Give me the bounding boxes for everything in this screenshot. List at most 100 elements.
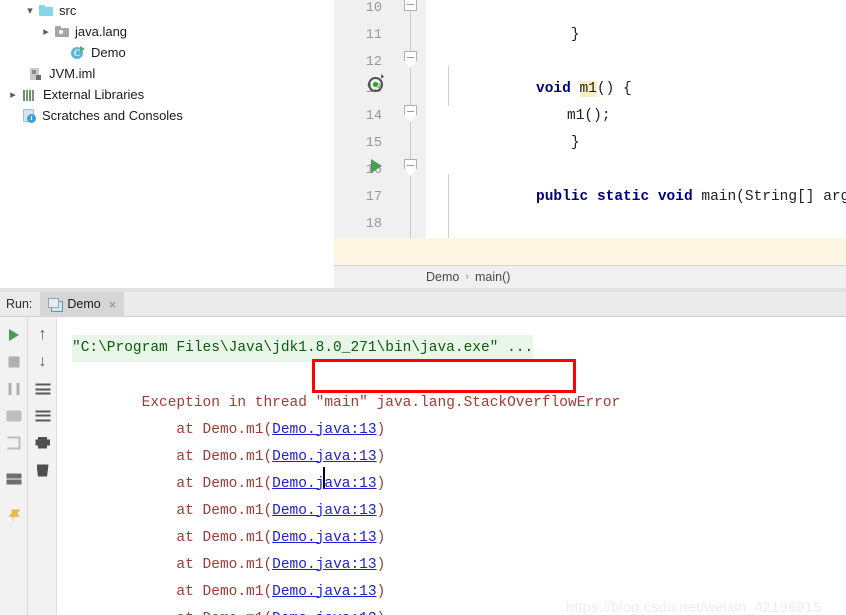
console-exception-line: Exception in thread "main" java.lang.Sta… [72, 363, 621, 411]
up-stack-button[interactable]: ↑ [28, 321, 57, 348]
export-button[interactable] [0, 429, 28, 456]
console-stack-frame[interactable]: at Demo.m1(Demo.java:13) [72, 606, 385, 615]
code-line[interactable] [426, 184, 846, 211]
camera-icon [6, 410, 22, 421]
layout-button[interactable] [0, 465, 28, 492]
print-button[interactable] [28, 429, 57, 456]
stop-icon [8, 356, 20, 367]
line-number: 12 [365, 55, 382, 70]
console-stack-frame[interactable]: at Demo.m1(Demo.java:13) [72, 498, 385, 546]
tree-item-label: src [59, 3, 77, 18]
run-tab-bar: Run: Demo × [0, 291, 846, 317]
console-stack-frame[interactable]: at Demo.m1(Demo.java:13) [72, 579, 385, 615]
console-command-line: "C:\Program Files\Java\jdk1.8.0_271\bin\… [72, 335, 534, 362]
pause-button[interactable] [0, 375, 28, 402]
run-toolbar-secondary: ↑ ↓ [28, 317, 57, 615]
console-stack-frame[interactable]: at Demo.m1(Demo.java:13) [72, 525, 385, 573]
export-icon [7, 436, 21, 449]
code-line[interactable] [426, 130, 846, 157]
run-tab-demo[interactable]: Demo × [40, 291, 125, 317]
soft-wrap-icon [35, 383, 50, 394]
play-icon [9, 328, 19, 341]
code-line[interactable]: m1(); [426, 76, 846, 124]
fold-collapse-icon[interactable] [404, 0, 417, 11]
line-number: 10 [365, 1, 382, 16]
down-stack-button[interactable]: ↓ [28, 348, 57, 375]
code-line[interactable]: demo.m1(); [426, 238, 846, 286]
tree-item-scratches-and-consoles[interactable]: Scratches and Consoles [0, 105, 334, 126]
scroll-end-icon [35, 410, 50, 421]
rerun-button[interactable] [0, 321, 28, 348]
breadcrumb[interactable]: Demo › main() [334, 265, 846, 288]
pin-icon [8, 509, 21, 522]
console-stack-frame[interactable]: at Demo.m1(Demo.java:13) [72, 471, 385, 519]
line-number: 15 [365, 136, 382, 151]
screenshot-button[interactable] [0, 402, 28, 429]
package-icon [54, 24, 71, 40]
run-window-label: Run: [6, 297, 33, 311]
tree-item-label: Demo [91, 45, 126, 60]
run-icon[interactable] [371, 159, 382, 173]
breadcrumb-class[interactable]: Demo [426, 270, 459, 284]
line-number: 14 [365, 109, 382, 124]
code-line[interactable]: void m1() { [426, 49, 846, 97]
console-stack-frame[interactable]: at Demo.m1(Demo.java:13) [72, 552, 385, 600]
recursion-icon[interactable] [368, 74, 384, 92]
line-number: 18 [365, 217, 382, 232]
top-split: ▾ src ▸ java.lang C Demo JVM.iml ▸ Exter… [0, 0, 846, 288]
console-stack-frame[interactable]: at Demo.m1(Demo.java:13) [72, 417, 385, 465]
code-line[interactable]: } [426, 103, 846, 151]
close-icon[interactable]: × [109, 297, 117, 312]
fold-strip-line [410, 0, 411, 265]
exception-type: java.lang.StackOverflowError [376, 394, 621, 411]
twisty-expanded-icon[interactable]: ▾ [22, 3, 38, 19]
breadcrumb-method[interactable]: main() [475, 270, 510, 284]
code-line[interactable]: public static void main(String[] args) { [426, 157, 846, 205]
line-number: 17 [365, 190, 382, 205]
pin-button[interactable] [0, 502, 28, 529]
tree-item-demo[interactable]: C Demo [0, 42, 334, 63]
run-config-icon [48, 297, 64, 312]
tree-item-jvm-iml[interactable]: JVM.iml [0, 63, 334, 84]
iml-file-icon [28, 66, 45, 82]
line-number: 11 [365, 28, 382, 43]
pause-icon [8, 382, 20, 395]
stop-button[interactable] [0, 348, 28, 375]
soft-wrap-button[interactable] [28, 375, 57, 402]
twisty-collapsed-icon[interactable]: ▸ [5, 87, 21, 103]
tree-item-src[interactable]: ▾ src [0, 0, 334, 21]
printer-icon [35, 436, 50, 449]
run-tab-title: Demo [67, 297, 101, 311]
twisty-collapsed-icon[interactable]: ▸ [38, 24, 54, 40]
tree-item-label: Scratches and Consoles [42, 108, 183, 123]
layout-icon [6, 473, 22, 484]
tree-item-label: JVM.iml [49, 66, 96, 81]
code-line[interactable] [426, 22, 846, 49]
java-class-icon: C [70, 45, 87, 61]
scratches-icon [21, 108, 38, 124]
project-tool-window: ▾ src ▸ java.lang C Demo JVM.iml ▸ Exter… [0, 0, 334, 288]
console-output[interactable]: "C:\Program Files\Java\jdk1.8.0_271\bin\… [58, 317, 846, 615]
code-editor[interactable]: 10 11 12 13 14 15 16 17 18 19 [334, 0, 846, 288]
trash-icon [36, 464, 49, 477]
folder-icon [38, 3, 55, 19]
clear-all-button[interactable] [28, 456, 57, 483]
library-icon [21, 87, 39, 103]
tree-item-java-lang[interactable]: ▸ java.lang [0, 21, 334, 42]
arrow-down-icon: ↓ [38, 352, 47, 370]
tree-item-label: java.lang [75, 24, 128, 39]
run-tool-window: Run: Demo × ↑ ↓ "C:\Program Files\Java\j… [0, 291, 846, 615]
watermark-text: https://blog.csdn.net/weixin_42196915 [566, 599, 822, 615]
console-stack-frame[interactable]: at Demo.m1(Demo.java:13) [72, 444, 385, 492]
code-line[interactable]: } [426, 0, 846, 43]
breadcrumb-separator-icon: › [465, 271, 470, 283]
text-caret [323, 467, 325, 488]
scroll-end-button[interactable] [28, 402, 57, 429]
tree-item-external-libraries[interactable]: ▸ External Libraries [0, 84, 334, 105]
code-text-area[interactable]: } void m1() { m1(); } public static void… [334, 0, 846, 286]
run-toolbar-primary [0, 317, 28, 615]
code-line[interactable]: Demo demo = new Demo(); [426, 211, 846, 259]
console-stack-frame[interactable]: at Demo.m1(Demo.java:13) [72, 390, 385, 438]
tree-item-label: External Libraries [43, 87, 145, 102]
